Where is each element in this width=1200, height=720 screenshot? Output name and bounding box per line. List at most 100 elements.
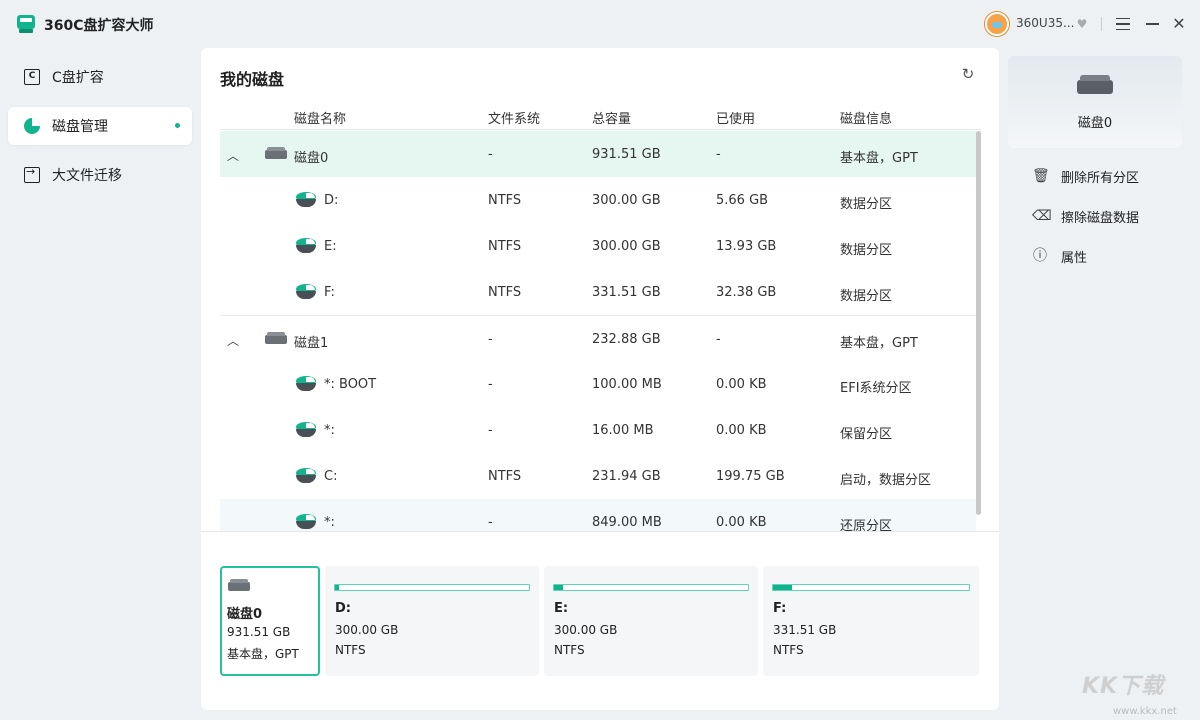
- file-export-icon: [24, 165, 40, 183]
- row-info: 还原分区: [840, 519, 893, 531]
- card-title: F:: [773, 601, 787, 616]
- row-filesystem: -: [488, 377, 493, 392]
- usage-bar: [334, 584, 530, 591]
- table-row[interactable]: *: - 849.00 MB 0.00 KB 还原分区: [220, 499, 976, 531]
- card-info: 基本盘，GPT: [227, 647, 299, 661]
- sidebar-item-large-file-migration[interactable]: 大文件迁移: [8, 156, 192, 194]
- partition-icon: [296, 238, 316, 254]
- row-used: 199.75 GB: [716, 469, 785, 484]
- eraser-icon: ⌫: [1032, 208, 1052, 224]
- app-title: 360C盘扩容大师: [44, 18, 154, 34]
- row-total: 232.88 GB: [592, 332, 661, 347]
- partition-card[interactable]: D: 300.00 GB NTFS: [325, 566, 539, 676]
- usage-bar-fill: [773, 585, 793, 590]
- column-header-total: 总容量: [592, 112, 632, 127]
- table-row[interactable]: F: NTFS 331.51 GB 32.38 GB 数据分区: [220, 269, 976, 315]
- card-filesystem: NTFS: [773, 643, 804, 657]
- properties-button[interactable]: ⓘ 属性: [1032, 246, 1087, 266]
- row-total: 931.51 GB: [592, 147, 661, 162]
- sidebar-item-label: 磁盘管理: [52, 119, 108, 135]
- column-header-info: 磁盘信息: [840, 112, 893, 127]
- usage-bar: [553, 584, 749, 591]
- row-used: 0.00 KB: [716, 377, 767, 392]
- row-name: *: BOOT: [324, 377, 377, 392]
- column-header-used: 已使用: [716, 112, 756, 127]
- partition-icon: [296, 468, 316, 484]
- title-bar: 360C盘扩容大师 360U35... ♥ ✕: [0, 0, 1200, 48]
- disk-table: ︿ 磁盘0 - 931.51 GB - 基本盘，GPT D: NTFS 300.…: [220, 131, 976, 531]
- row-used: -: [716, 332, 721, 347]
- main-panel: 我的磁盘 ↻ 磁盘名称 文件系统 总容量 已使用 磁盘信息 ︿ 磁盘0 - 93…: [201, 48, 999, 710]
- selected-disk-tile: 磁盘0: [1008, 56, 1182, 148]
- action-label: 擦除磁盘数据: [1061, 210, 1140, 226]
- row-name: 磁盘0: [294, 151, 329, 166]
- refresh-icon[interactable]: ↻: [960, 66, 976, 82]
- row-filesystem: NTFS: [488, 239, 522, 254]
- menu-icon[interactable]: [1116, 18, 1130, 30]
- usage-bar: [772, 584, 970, 591]
- sidebar-item-label: C盘扩容: [52, 70, 104, 86]
- row-used: 13.93 GB: [716, 239, 777, 254]
- table-row[interactable]: C: NTFS 231.94 GB 199.75 GB 启动，数据分区: [220, 453, 976, 499]
- delete-all-partitions-button[interactable]: 🗑 删除所有分区: [1032, 166, 1139, 186]
- active-indicator: [175, 123, 180, 128]
- close-icon[interactable]: ✕: [1172, 16, 1186, 32]
- row-name: E:: [324, 239, 337, 254]
- partition-icon: [296, 422, 316, 438]
- partition-icon: [296, 192, 316, 208]
- row-used: 5.66 GB: [716, 193, 769, 208]
- row-info: 启动，数据分区: [840, 473, 932, 488]
- collapse-chevron-icon[interactable]: ︿: [227, 332, 239, 349]
- row-name: C:: [324, 469, 338, 484]
- user-avatar[interactable]: [985, 12, 1009, 36]
- action-label: 删除所有分区: [1061, 170, 1140, 186]
- hard-disk-icon: [1077, 75, 1113, 94]
- card-filesystem: NTFS: [335, 643, 366, 657]
- info-icon: ⓘ: [1033, 248, 1047, 264]
- usage-bar-fill: [554, 585, 563, 590]
- table-scrollbar[interactable]: [976, 131, 981, 515]
- disk-map: 磁盘0 931.51 GB 基本盘，GPT D: 300.00 GB NTFS …: [220, 566, 980, 676]
- partition-card[interactable]: E: 300.00 GB NTFS: [544, 566, 758, 676]
- table-row[interactable]: *: BOOT - 100.00 MB 0.00 KB EFI系统分区: [220, 361, 976, 407]
- table-row[interactable]: *: - 16.00 MB 0.00 KB 保留分区: [220, 407, 976, 453]
- row-used: -: [716, 147, 721, 162]
- card-filesystem: NTFS: [554, 643, 585, 657]
- row-info: EFI系统分区: [840, 381, 912, 396]
- collapse-chevron-icon[interactable]: ︿: [227, 147, 239, 164]
- card-capacity: 300.00 GB: [554, 623, 618, 637]
- card-title: D:: [335, 601, 351, 616]
- pie-chart-icon: [24, 118, 40, 134]
- row-used: 0.00 KB: [716, 515, 767, 530]
- watermark: KK下载: [1082, 674, 1165, 699]
- table-row[interactable]: ︿ 磁盘1 - 232.88 GB - 基本盘，GPT: [220, 315, 976, 361]
- row-filesystem: NTFS: [488, 193, 522, 208]
- partition-card[interactable]: F: 331.51 GB NTFS: [763, 566, 979, 676]
- vip-badge-icon[interactable]: ♥: [1075, 17, 1089, 31]
- table-row[interactable]: E: NTFS 300.00 GB 13.93 GB 数据分区: [220, 223, 976, 269]
- divider: [201, 531, 999, 532]
- trash-icon: 🗑: [1032, 168, 1050, 184]
- row-filesystem: NTFS: [488, 469, 522, 484]
- card-capacity: 331.51 GB: [773, 623, 837, 637]
- row-total: 100.00 MB: [592, 377, 662, 392]
- table-row[interactable]: ︿ 磁盘0 - 931.51 GB - 基本盘，GPT: [220, 131, 976, 177]
- row-info: 基本盘，GPT: [840, 336, 918, 351]
- disk-card[interactable]: 磁盘0 931.51 GB 基本盘，GPT: [220, 566, 320, 676]
- row-info: 数据分区: [840, 289, 893, 304]
- row-total: 300.00 GB: [592, 239, 661, 254]
- title-separator: [1101, 17, 1102, 31]
- row-total: 16.00 MB: [592, 423, 654, 438]
- wipe-disk-button[interactable]: ⌫ 擦除磁盘数据: [1032, 206, 1139, 226]
- row-info: 数据分区: [840, 197, 893, 212]
- row-filesystem: -: [488, 332, 493, 347]
- table-row[interactable]: D: NTFS 300.00 GB 5.66 GB 数据分区: [220, 177, 976, 223]
- user-name[interactable]: 360U35...: [1016, 16, 1074, 30]
- card-capacity: 931.51 GB: [227, 625, 291, 639]
- row-filesystem: -: [488, 423, 493, 438]
- watermark-url: www.kkx.net: [1113, 706, 1177, 717]
- sidebar-item-disk-management[interactable]: 磁盘管理: [8, 107, 192, 145]
- row-total: 331.51 GB: [592, 285, 661, 300]
- sidebar-item-c-expand[interactable]: C C盘扩容: [8, 58, 192, 96]
- minimize-icon[interactable]: [1146, 23, 1159, 25]
